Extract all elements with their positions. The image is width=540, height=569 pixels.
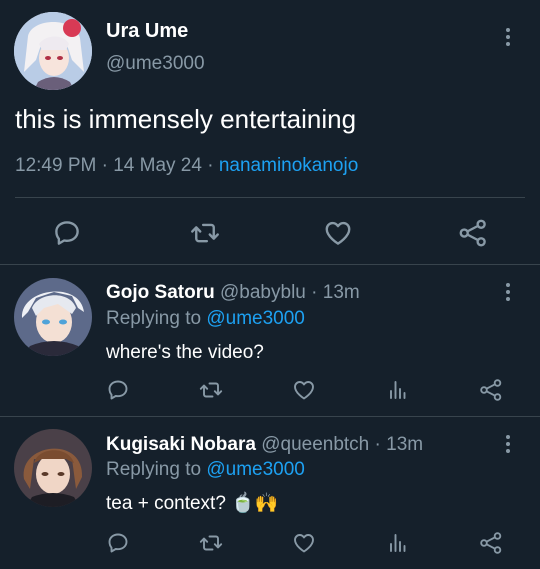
reply-icon[interactable] bbox=[106, 378, 130, 402]
like-icon[interactable] bbox=[292, 531, 316, 555]
replying-to: Replying to @ume3000 bbox=[106, 308, 305, 330]
share-icon[interactable] bbox=[479, 378, 503, 402]
retweet-icon[interactable] bbox=[198, 531, 224, 555]
display-name[interactable]: Ura Ume bbox=[106, 20, 188, 43]
reply-tweet[interactable]: Kugisaki Nobara @queenbtch · 13m Replyin… bbox=[0, 417, 540, 569]
tweet-text: this is immensely entertaining bbox=[15, 104, 357, 134]
share-icon[interactable] bbox=[458, 218, 488, 248]
reply-content: tea + context? 🍵🙌 bbox=[106, 491, 279, 515]
main-tweet: Ura Ume @ume3000 this is immensely enter… bbox=[0, 0, 540, 263]
reply-header: Gojo Satoru @babyblu · 13m bbox=[106, 282, 360, 304]
more-icon[interactable] bbox=[505, 435, 511, 453]
handle[interactable]: @queenbtch bbox=[261, 434, 369, 455]
meta-separator: · bbox=[311, 282, 318, 303]
display-name[interactable]: Gojo Satoru bbox=[106, 282, 215, 303]
reply-icon[interactable] bbox=[52, 218, 82, 248]
replying-to-link[interactable]: @ume3000 bbox=[206, 459, 305, 480]
more-icon[interactable] bbox=[505, 283, 511, 301]
retweet-icon[interactable] bbox=[198, 378, 224, 402]
meta-separator: · bbox=[374, 434, 381, 455]
replying-prefix: Replying to bbox=[106, 459, 202, 480]
reply-text: tea + context? bbox=[106, 493, 226, 514]
handle[interactable]: @babyblu bbox=[220, 282, 306, 303]
display-name[interactable]: Kugisaki Nobara bbox=[106, 434, 256, 455]
tweet-meta: 12:49 PM · 14 May 24 · nanaminokanojo bbox=[15, 155, 358, 177]
like-icon[interactable] bbox=[292, 378, 316, 402]
tweet-time: 12:49 PM bbox=[15, 155, 97, 176]
like-icon[interactable] bbox=[323, 218, 353, 248]
via-link[interactable]: nanaminokanojo bbox=[219, 155, 358, 176]
more-icon[interactable] bbox=[505, 28, 511, 46]
reply-text: where's the video? bbox=[106, 342, 264, 363]
reply-age: 13m bbox=[386, 434, 424, 455]
avatar[interactable] bbox=[14, 278, 92, 356]
replying-to-link[interactable]: @ume3000 bbox=[206, 308, 305, 329]
analytics-icon[interactable] bbox=[386, 378, 410, 402]
share-icon[interactable] bbox=[479, 531, 503, 555]
reply-tweet[interactable]: Gojo Satoru @babyblu · 13m Replying to @… bbox=[0, 265, 540, 416]
replying-to: Replying to @ume3000 bbox=[106, 459, 305, 481]
emoji: 🍵🙌 bbox=[231, 493, 279, 514]
retweet-icon[interactable] bbox=[189, 218, 221, 248]
avatar[interactable] bbox=[14, 429, 92, 507]
meta-separator: · bbox=[207, 155, 214, 176]
divider bbox=[15, 197, 525, 198]
replying-prefix: Replying to bbox=[106, 308, 202, 329]
handle[interactable]: @ume3000 bbox=[106, 53, 205, 75]
tweet-date: 14 May 24 bbox=[113, 155, 202, 176]
reply-icon[interactable] bbox=[106, 531, 130, 555]
reply-age: 13m bbox=[322, 282, 360, 303]
avatar[interactable] bbox=[14, 12, 92, 90]
reply-header: Kugisaki Nobara @queenbtch · 13m bbox=[106, 434, 423, 456]
meta-separator: · bbox=[101, 155, 108, 176]
analytics-icon[interactable] bbox=[386, 531, 410, 555]
